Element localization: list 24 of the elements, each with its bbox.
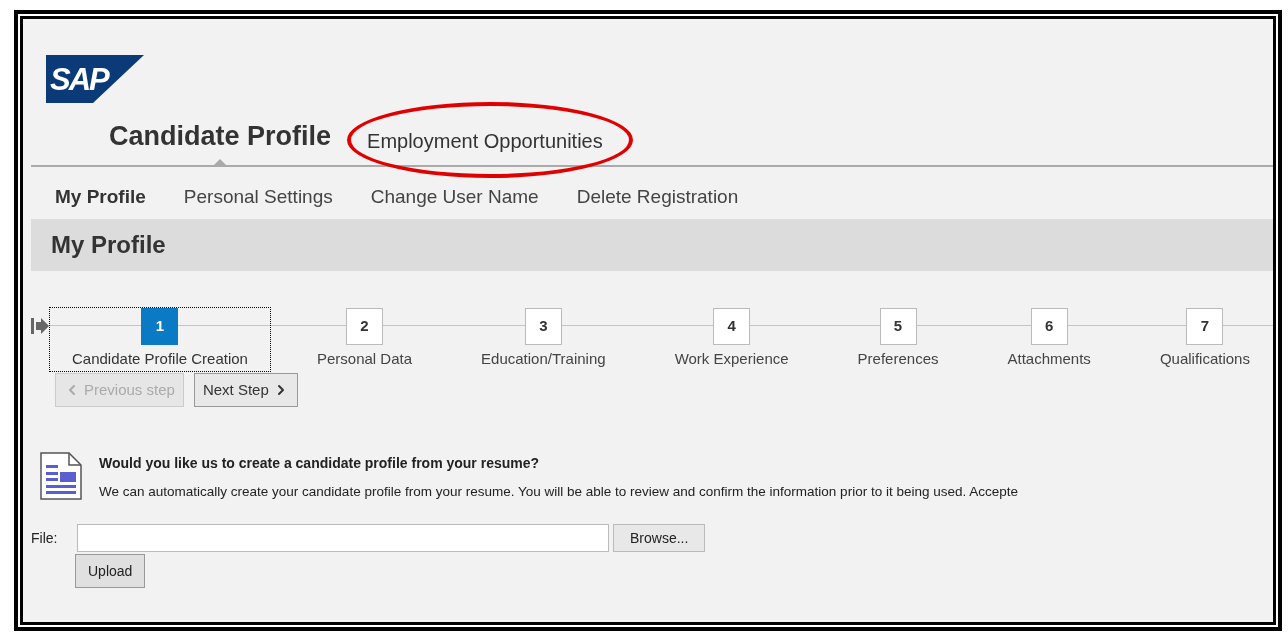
next-step-button[interactable]: Next Step — [193, 373, 298, 407]
sub-tab[interactable]: My Profile — [55, 183, 146, 212]
file-field[interactable] — [77, 524, 609, 553]
resume-heading: Would you like us to create a candidate profile from your resume? — [99, 454, 541, 473]
step-start-icon — [31, 318, 49, 334]
document-icon — [39, 451, 83, 501]
logo: SAP — [46, 55, 144, 103]
wizard-step[interactable]: 2 Personal Data — [293, 307, 436, 372]
file-label: File: — [31, 528, 59, 548]
wizard-step[interactable]: 4 Work Experience — [651, 307, 812, 372]
top-tab[interactable]: Employment Opportunities — [367, 130, 603, 152]
wizard-step[interactable]: 1 Candidate Profile Creation — [49, 307, 271, 372]
top-tab[interactable]: Candidate Profile — [109, 120, 332, 151]
sub-tab[interactable]: Delete Registration — [576, 183, 739, 212]
upload-button[interactable]: Upload — [75, 554, 146, 589]
sub-tab[interactable]: Personal Settings — [183, 183, 333, 212]
sub-tab[interactable]: Change User Name — [370, 183, 539, 212]
wizard-step[interactable]: 6 Attachments — [984, 307, 1114, 372]
wizard-step[interactable]: 7 Qualifications — [1136, 307, 1273, 372]
page-title: My Profile — [51, 230, 166, 260]
browse-button[interactable]: Browse... — [613, 524, 706, 553]
wizard-step[interactable]: 5 Preferences — [834, 307, 962, 372]
wizard-step[interactable]: 3 Education/Training — [458, 307, 629, 372]
resume-description: We can automatically create your candidate profile from your resume. You will be able to review and confirm the information prior to it being used. Accepte — [99, 483, 1018, 501]
